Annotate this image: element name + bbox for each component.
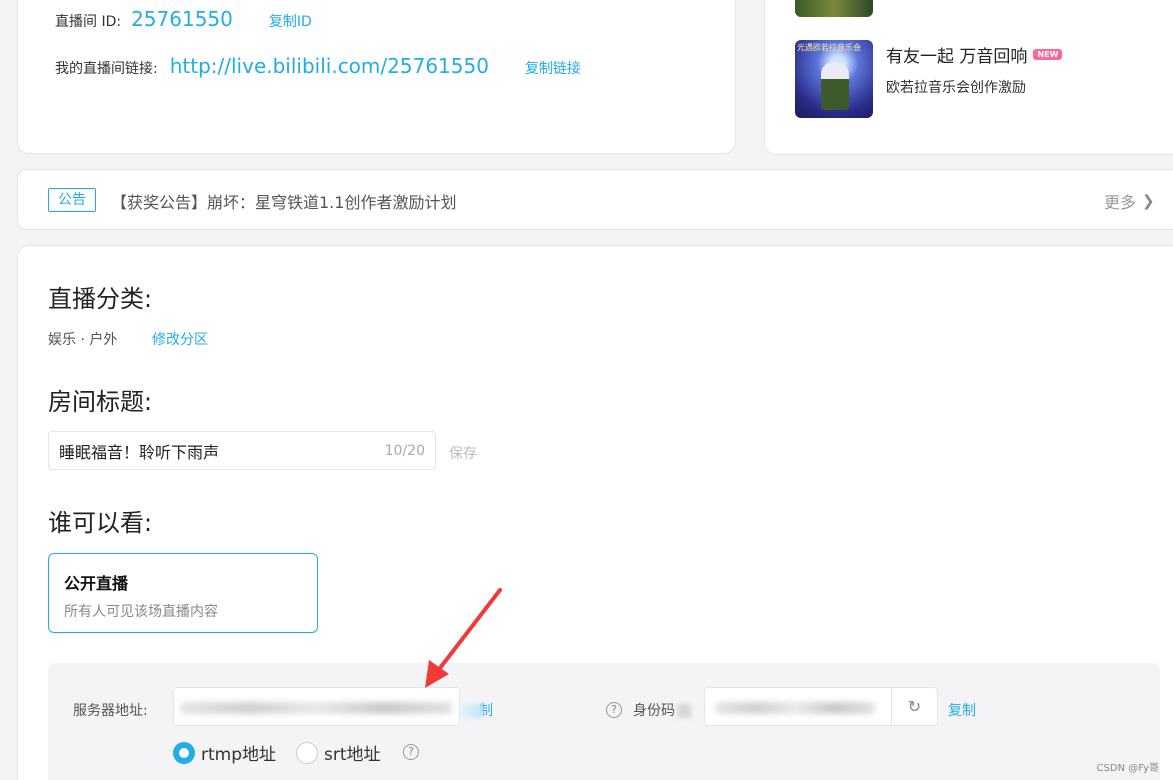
activity-subtitle: 欧若拉音乐会创作激励 xyxy=(886,80,1026,96)
visibility-heading: 谁可以看: xyxy=(48,509,153,537)
watermark: CSDN @Fy哥 xyxy=(1096,763,1159,774)
stream-key-label-text: 身份码 xyxy=(633,703,675,719)
activity-thumbnail-prev[interactable] xyxy=(795,0,873,17)
room-id-value: 25761550 xyxy=(131,7,233,31)
room-link-row: 我的直播间链接: http://live.bilibili.com/257615… xyxy=(55,54,581,78)
activity-thumbnail[interactable]: 光遇欧若拉音乐会 xyxy=(795,40,873,118)
annotation-arrow-icon xyxy=(425,588,502,688)
radio-rtmp-label: rtmp地址 xyxy=(201,745,277,765)
server-address-field[interactable] xyxy=(173,687,460,726)
notice-tag: 公告 xyxy=(48,188,96,212)
public-live-option[interactable]: 公开直播 所有人可见该场直播内容 xyxy=(48,553,318,633)
room-title-count: 10/20 xyxy=(384,442,425,459)
srt-help-icon[interactable]: ? xyxy=(403,744,419,760)
copy-id-button[interactable]: 复制ID xyxy=(269,11,312,31)
activity-title-text: 有友一起 万音回响 xyxy=(886,47,1028,67)
redacted-stream-key xyxy=(715,702,875,714)
chevron-right-icon: ❯ xyxy=(1142,192,1155,210)
notice-more-link[interactable]: 更多 ❯ xyxy=(1104,189,1155,213)
notice-text[interactable]: 【获奖公告】崩坏：星穹铁道1.1创作者激励计划 xyxy=(111,189,456,213)
room-id-label: 直播间 ID: xyxy=(55,14,122,30)
new-badge: NEW xyxy=(1033,49,1063,60)
room-id-row: 直播间 ID: 25761550 复制ID xyxy=(55,7,312,31)
radio-srt[interactable]: srt地址 xyxy=(296,740,381,765)
redaction-mask xyxy=(461,704,483,718)
room-link-value[interactable]: http://live.bilibili.com/25761550 xyxy=(170,54,489,78)
copy-server-button[interactable]: 制 xyxy=(461,700,493,720)
notice-more-label: 更多 xyxy=(1104,193,1137,212)
edit-category-button[interactable]: 修改分区 xyxy=(152,329,208,349)
character-figure xyxy=(821,62,849,110)
room-title-value: 睡眠福音！聆听下雨声 xyxy=(59,442,220,462)
stream-key-label: 身份码 xyxy=(633,700,691,720)
activity-title[interactable]: 有友一起 万音回响 NEW xyxy=(886,42,1063,67)
public-live-title: 公开直播 xyxy=(64,574,129,593)
notice-bar: 公告 【获奖公告】崩坏：星穹铁道1.1创作者激励计划 更多 ❯ xyxy=(17,169,1173,230)
radio-rtmp[interactable]: rtmp地址 xyxy=(173,740,276,765)
category-heading: 直播分类: xyxy=(48,285,153,313)
radio-srt-label: srt地址 xyxy=(324,745,381,765)
room-info-card: 直播间 ID: 25761550 复制ID 我的直播间链接: http://li… xyxy=(17,0,736,154)
stream-settings-panel: 服务器地址: 制 ? 身份码 ↻ 复制 rtmp地址 srt地址 ? xyxy=(48,663,1160,780)
radio-srt-dot xyxy=(296,741,318,764)
live-settings-card: 直播分类: 娱乐 · 户外 修改分区 房间标题: 睡眠福音！聆听下雨声 10/2… xyxy=(17,245,1173,780)
activity-card: 光遇欧若拉音乐会 有友一起 万音回响 NEW 欧若拉音乐会创作激励 xyxy=(764,0,1173,155)
activity-thumbnail-text: 光遇欧若拉音乐会 xyxy=(797,43,861,52)
save-title-button[interactable]: 保存 xyxy=(449,443,477,463)
category-value: 娱乐 · 户外 xyxy=(48,332,118,348)
copy-key-button[interactable]: 复制 xyxy=(948,700,976,720)
radio-rtmp-dot xyxy=(173,741,195,764)
redacted-server-address xyxy=(180,702,452,714)
help-icon[interactable]: ? xyxy=(606,702,622,718)
room-link-label: 我的直播间链接: xyxy=(55,61,158,77)
room-title-input[interactable]: 睡眠福音！聆听下雨声 10/20 xyxy=(48,431,436,470)
room-title-heading: 房间标题: xyxy=(48,388,153,416)
public-live-desc: 所有人可见该场直播内容 xyxy=(64,604,218,620)
refresh-key-icon[interactable]: ↻ xyxy=(891,687,938,726)
copy-link-button[interactable]: 复制链接 xyxy=(525,58,581,78)
redaction-mask xyxy=(677,704,691,718)
server-address-label: 服务器地址: xyxy=(73,703,148,719)
